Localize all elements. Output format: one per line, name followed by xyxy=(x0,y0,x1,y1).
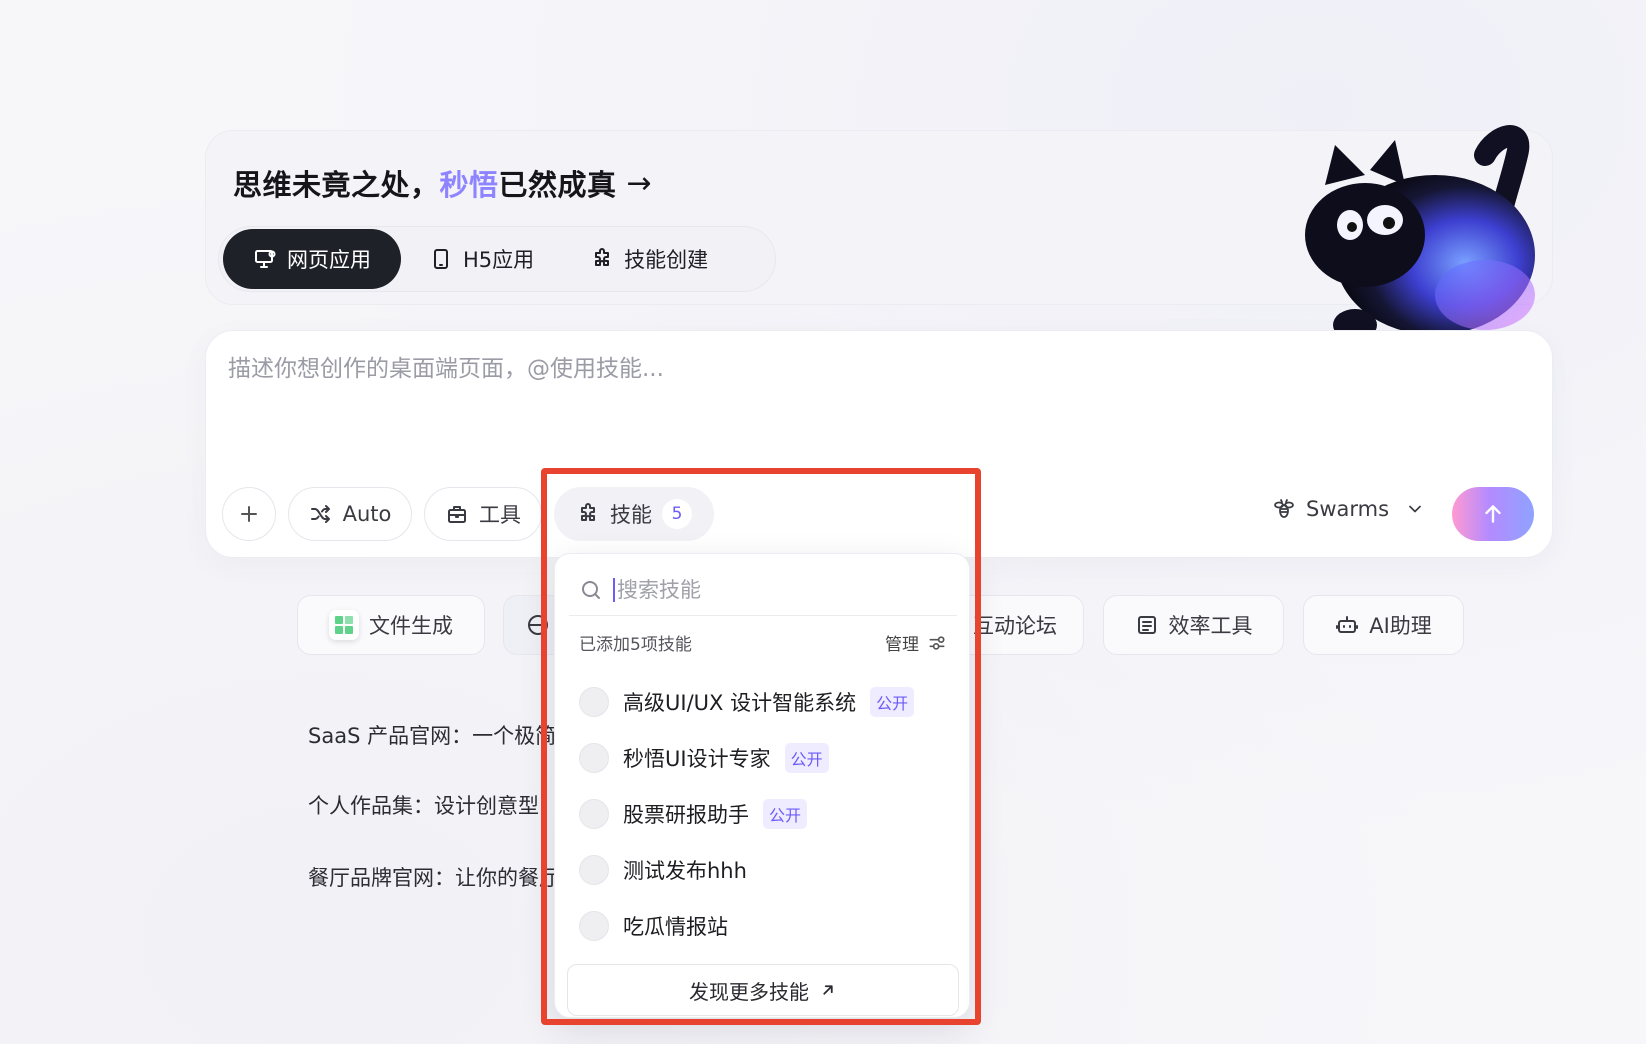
puzzle-icon xyxy=(595,248,610,266)
skills-button[interactable]: 技能 5 xyxy=(554,487,714,541)
public-badge: 公开 xyxy=(784,743,829,773)
discover-more-skills-button[interactable]: 发现更多技能 xyxy=(567,964,959,1016)
tagline-arrow-icon[interactable]: → xyxy=(627,166,653,201)
skill-name: 秒悟UI设计专家 xyxy=(623,747,771,771)
auto-mode-label: Auto xyxy=(342,502,392,526)
skill-item[interactable]: 股票研报助手 公开 xyxy=(579,794,808,834)
puzzle-icon xyxy=(581,503,595,521)
manage-skills-button[interactable]: 管理 xyxy=(885,630,947,655)
category-file-generation[interactable]: 文件生成 xyxy=(297,595,485,655)
skill-name: 测试发布hhh xyxy=(623,859,747,883)
skill-radio[interactable] xyxy=(579,687,609,717)
robot-icon xyxy=(1336,616,1359,633)
bee-icon xyxy=(1274,499,1294,518)
sliders-icon xyxy=(929,635,945,650)
prompt-input[interactable] xyxy=(228,356,1428,382)
skill-item[interactable]: 测试发布hhh xyxy=(579,850,747,890)
external-arrow-icon xyxy=(823,985,833,995)
send-button[interactable] xyxy=(1452,487,1534,541)
swarms-selector[interactable]: Swarms xyxy=(1272,497,1425,521)
skill-name: 吃瓜情报站 xyxy=(623,915,728,939)
skill-radio[interactable] xyxy=(579,799,609,829)
category-file-label: 文件生成 xyxy=(369,614,453,638)
tagline-pre: 思维未竟之处， xyxy=(233,168,440,202)
tagline-accent: 秒悟 xyxy=(439,168,499,202)
skills-dropdown: 已添加5项技能 管理 高级UI/UX 设计智能系统 公开 秒悟UI设计专家 公开… xyxy=(554,553,970,1018)
plus-icon xyxy=(241,506,257,522)
skill-radio[interactable] xyxy=(579,911,609,941)
phone-icon xyxy=(434,249,448,269)
skills-list-header: 已添加5项技能 管理 xyxy=(579,630,947,655)
swarms-label: Swarms xyxy=(1306,497,1390,521)
skill-search-bar xyxy=(569,564,957,616)
public-badge: 公开 xyxy=(870,687,915,717)
skill-radio[interactable] xyxy=(579,743,609,773)
tab-h5-app-label: H5应用 xyxy=(463,248,535,272)
skill-radio[interactable] xyxy=(579,855,609,885)
example-prompt[interactable]: 个人作品集：设计创意型 xyxy=(308,790,539,820)
skill-name: 股票研报助手 xyxy=(623,803,749,827)
category-forum-label: 互动论坛 xyxy=(973,614,1057,638)
auto-mode-button[interactable]: Auto xyxy=(288,487,412,541)
added-skills-count-label: 已添加5项技能 xyxy=(579,635,692,655)
tab-web-app[interactable]: 网页应用 xyxy=(223,229,401,289)
tab-skill-create[interactable]: 技能创建 xyxy=(562,229,736,289)
category-efficiency-label: 效率工具 xyxy=(1168,614,1253,638)
example-prompt[interactable]: 餐厅品牌官网：让你的餐厅 xyxy=(308,862,560,892)
toolbox-icon xyxy=(448,506,466,523)
skill-search-input[interactable] xyxy=(613,577,933,602)
skill-item[interactable]: 秒悟UI设计专家 公开 xyxy=(579,738,829,778)
category-ai-label: AI助理 xyxy=(1369,614,1432,638)
tagline-post: 已然成真 xyxy=(498,168,617,202)
manage-label: 管理 xyxy=(885,635,919,655)
tab-web-app-label: 网页应用 xyxy=(287,248,371,272)
tab-h5-app[interactable]: H5应用 xyxy=(401,229,562,289)
skills-label: 技能 xyxy=(610,503,652,527)
skill-item[interactable]: 吃瓜情报站 xyxy=(579,906,728,946)
discover-more-label: 发现更多技能 xyxy=(689,979,809,1004)
public-badge: 公开 xyxy=(763,799,808,829)
monitor-icon xyxy=(255,250,276,268)
shuffle-icon xyxy=(310,505,330,523)
search-icon xyxy=(582,580,600,599)
mode-tabs: 网页应用 H5应用 技能创建 xyxy=(218,226,776,292)
list-doc-icon xyxy=(1137,616,1156,634)
add-attachment-button[interactable] xyxy=(222,487,276,541)
chevron-down-icon xyxy=(1409,505,1421,513)
arrow-up-icon xyxy=(1485,505,1501,523)
tools-label: 工具 xyxy=(479,503,521,527)
skill-name: 高级UI/UX 设计智能系统 xyxy=(623,691,857,715)
file-generation-icon xyxy=(329,610,359,640)
page-tagline: 思维未竟之处， 秒悟 已然成真 → xyxy=(233,162,652,204)
globe-icon xyxy=(528,615,548,635)
skills-count-badge: 5 xyxy=(662,499,692,529)
example-prompt[interactable]: SaaS 产品官网：一个极简 xyxy=(308,720,556,750)
tab-skill-create-label: 技能创建 xyxy=(624,248,709,272)
skill-item[interactable]: 高级UI/UX 设计智能系统 公开 xyxy=(579,682,915,722)
tools-button[interactable]: 工具 xyxy=(424,487,542,541)
category-efficiency-tools[interactable]: 效率工具 xyxy=(1103,595,1284,655)
category-ai-assistant[interactable]: AI助理 xyxy=(1303,595,1464,655)
